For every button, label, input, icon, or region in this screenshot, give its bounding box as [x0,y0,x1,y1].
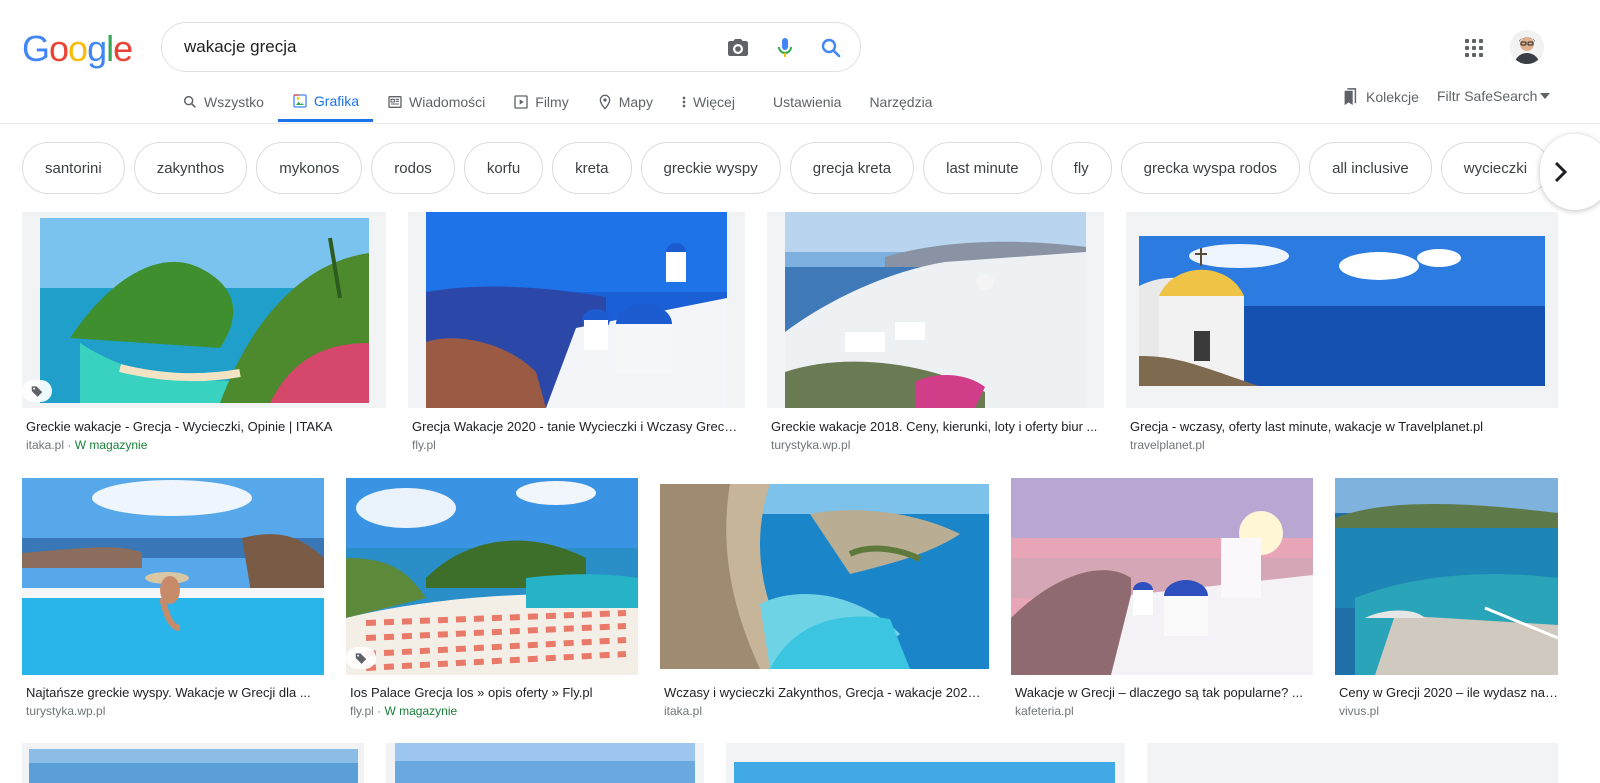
stock-badge: W magazynie [74,438,148,452]
result-image [734,762,1115,783]
search-icon[interactable] [819,36,843,60]
dropdown-arrow-icon [1540,93,1551,99]
tab-images[interactable]: Grafika [277,82,374,122]
result-title: Wakacje w Grecji – dlaczego są tak popul… [1015,685,1303,700]
microphone-icon[interactable] [773,36,797,60]
product-tag-icon [22,380,52,402]
image-result[interactable] [386,743,704,783]
result-source: fly.pl · W magazynie [350,704,458,718]
apps-grid-icon[interactable] [1462,36,1486,60]
settings-link[interactable]: Ustawienia [759,82,855,122]
result-image [426,212,727,408]
tab-news[interactable]: Wiadomości [373,82,499,122]
google-logo[interactable]: Google [22,28,133,70]
result-image [1139,236,1545,386]
result-title: Najtańsze greckie wyspy. Wakacje w Grecj… [26,685,311,700]
result-title: Grecja - wczasy, oferty last minute, wak… [1130,419,1484,434]
result-title: Grecja Wakacje 2020 - tanie Wycieczki i … [412,419,738,434]
result-title: Ios Palace Grecja Ios » opis oferty » Fl… [350,685,593,700]
header-divider [0,123,1600,124]
result-title: Ceny w Grecji 2020 – ile wydasz na ... [1339,685,1558,700]
play-icon [514,95,528,109]
chevron-right-icon [1554,161,1568,183]
more-vert-icon [682,96,686,108]
chip-fly[interactable]: fly [1050,142,1112,194]
result-source: travelplanet.pl [1130,438,1205,452]
camera-icon[interactable] [726,36,750,60]
result-source: fly.pl [412,438,436,452]
result-source: turystyka.wp.pl [771,438,851,452]
safesearch-dropdown[interactable]: Filtr SafeSearch [1437,88,1551,104]
chip-grecka-wyspa-rodos[interactable]: grecka wyspa rodos [1120,142,1301,194]
chip-grecja-kreta[interactable]: grecja kreta [789,142,915,194]
result-title: Greckie wakacje 2018. Ceny, kierunki, lo… [771,419,1098,434]
collections-button[interactable]: Kolekcje [1342,88,1419,106]
image-result[interactable]: Ceny w Grecji 2020 – ile wydasz na ... v… [1335,478,1558,723]
chip-all-inclusive[interactable]: all inclusive [1309,142,1432,194]
result-source: kafeteria.pl [1015,704,1074,718]
result-image [785,212,1086,408]
chip-mykonos[interactable]: mykonos [256,142,363,194]
search-icon [183,95,196,108]
result-image [395,743,695,783]
related-searches-chips: santorini zakynthos mykonos rodos korfu … [22,142,1551,194]
image-result[interactable] [22,743,364,783]
tab-all[interactable]: Wszystko [182,82,278,122]
image-result[interactable]: Ios Palace Grecja Ios » opis oferty » Fl… [346,478,638,723]
result-image [1011,478,1313,675]
image-result[interactable]: Najtańsze greckie wyspy. Wakacje w Grecj… [22,478,324,723]
image-icon [293,93,307,108]
result-image [29,749,358,783]
result-source: turystyka.wp.pl [26,704,106,718]
result-image [22,478,324,675]
image-result[interactable]: Wczasy i wycieczki Zakynthos, Grecja - w… [660,478,989,723]
tools-link[interactable]: Narzędzia [855,82,946,122]
chip-last-minute[interactable]: last minute [923,142,1042,194]
chip-santorini[interactable]: santorini [22,142,125,194]
product-tag-icon [346,647,376,669]
tab-videos[interactable]: Filmy [499,82,582,122]
chip-kreta[interactable]: kreta [552,142,632,194]
result-image [346,478,638,675]
chip-rodos[interactable]: rodos [371,142,455,194]
result-image [660,484,989,669]
result-image [40,218,369,403]
chips-next-button[interactable] [1540,134,1600,210]
result-source: vivus.pl [1339,704,1380,718]
result-title: Greckie wakacje - Grecja - Wycieczki, Op… [26,419,333,434]
profile-picture [1510,30,1544,64]
chip-greckie-wyspy[interactable]: greckie wyspy [640,142,781,194]
chip-wycieczki[interactable]: wycieczki [1440,142,1551,194]
avatar[interactable] [1510,30,1544,64]
result-image [1335,478,1558,675]
result-title: Wczasy i wycieczki Zakynthos, Grecja - w… [664,685,986,700]
search-input[interactable] [184,37,704,57]
chip-zakynthos[interactable]: zakynthos [133,142,248,194]
map-pin-icon [599,94,611,110]
search-tabs: Wszystko Grafika Wiadomości Filmy Mapy W… [182,82,946,124]
search-box[interactable] [161,22,861,72]
image-result[interactable]: Greckie wakacje - Grecja - Wycieczki, Op… [22,212,386,462]
result-source: itaka.pl [664,704,703,718]
image-result[interactable]: Greckie wakacje 2018. Ceny, kierunki, lo… [767,212,1104,462]
stock-badge: W magazynie [384,704,458,718]
image-result[interactable]: Grecja - wczasy, oferty last minute, wak… [1126,212,1558,462]
result-source: itaka.pl · W magazynie [26,438,148,452]
image-result[interactable] [1147,743,1558,783]
news-icon [388,96,402,108]
image-result[interactable] [726,743,1125,783]
chip-korfu[interactable]: korfu [463,142,544,194]
tab-maps[interactable]: Mapy [583,82,667,122]
bookmark-icon [1344,88,1357,106]
image-result[interactable]: Grecja Wakacje 2020 - tanie Wycieczki i … [408,212,745,462]
image-result[interactable]: Wakacje w Grecji – dlaczego są tak popul… [1011,478,1313,723]
tab-more[interactable]: Więcej [667,82,749,122]
